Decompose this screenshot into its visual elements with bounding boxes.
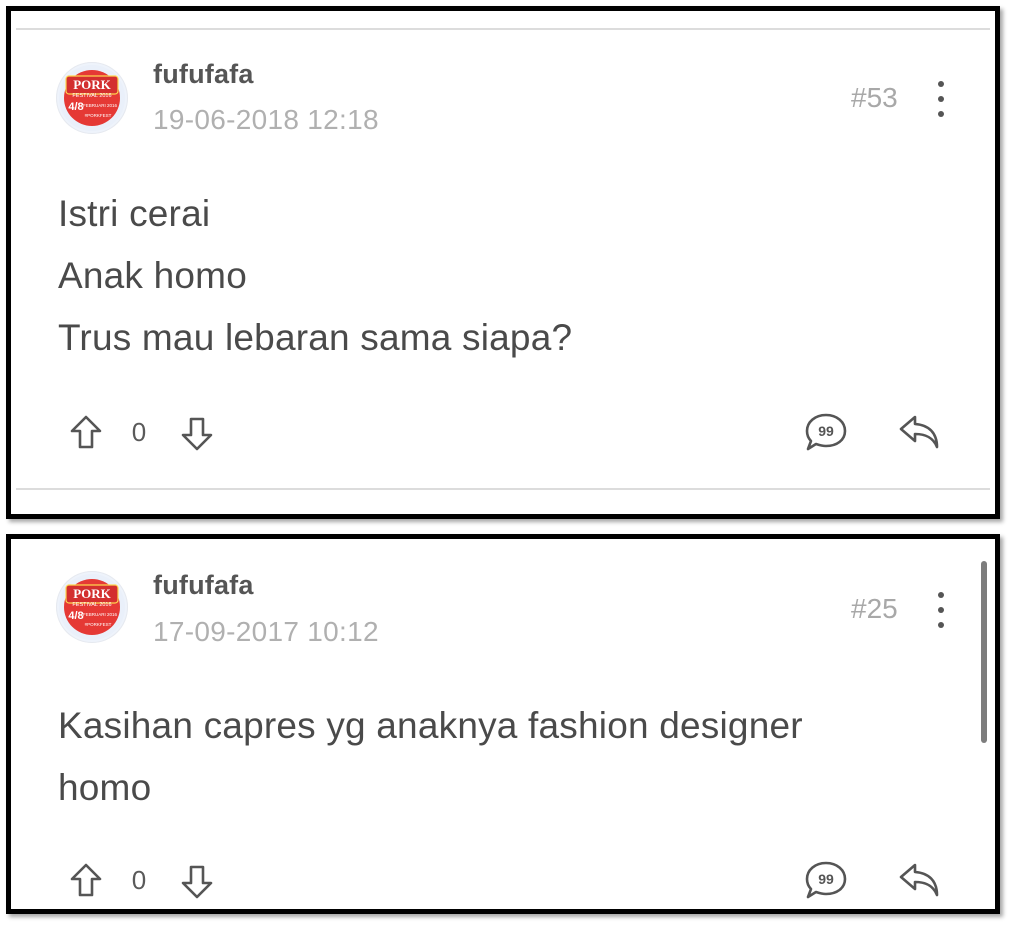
vertical-dots-icon[interactable] bbox=[931, 79, 951, 119]
username[interactable]: fufufafa bbox=[153, 570, 254, 601]
svg-text:99: 99 bbox=[818, 871, 834, 887]
scrollbar-thumb[interactable] bbox=[981, 561, 987, 743]
post-body-line: Istri cerai bbox=[58, 193, 211, 234]
post-body: Istri cerai Anak homo Trus mau lebaran s… bbox=[58, 183, 572, 369]
svg-text:FEBRUARI 2016: FEBRUARI 2016 bbox=[83, 103, 118, 108]
post-number: #25 bbox=[851, 593, 898, 624]
post-number: #53 bbox=[851, 82, 898, 113]
reply-arrow-icon[interactable] bbox=[897, 859, 943, 901]
pork-festival-logo-icon: PORK FESTIVAL 2016 4/8 FEBRUARI 2016 #PO… bbox=[59, 65, 125, 131]
arrow-up-outline-icon[interactable] bbox=[66, 861, 106, 901]
vertical-dots-icon[interactable] bbox=[931, 590, 951, 630]
arrow-up-outline-icon[interactable] bbox=[66, 413, 106, 453]
top-divider bbox=[16, 28, 990, 30]
svg-text:4/8: 4/8 bbox=[68, 101, 83, 113]
avatar[interactable]: PORK FESTIVAL 2016 4/8 FEBRUARI 2016 #PO… bbox=[56, 62, 128, 134]
quote-bubble-icon[interactable]: 99 bbox=[803, 411, 849, 453]
post-body-line: Anak homo bbox=[58, 255, 247, 296]
post-timestamp: 17-09-2017 10:12 bbox=[153, 616, 379, 647]
post-timestamp: 19-06-2018 12:18 bbox=[153, 104, 379, 135]
pork-festival-logo-icon: PORK FESTIVAL 2016 4/8 FEBRUARI 2016 #PO… bbox=[59, 574, 125, 640]
svg-text:PORK: PORK bbox=[73, 77, 111, 92]
username[interactable]: fufufafa bbox=[153, 59, 254, 90]
arrow-down-outline-icon[interactable] bbox=[177, 861, 217, 901]
bottom-divider bbox=[16, 488, 990, 490]
post-body-line: Trus mau lebaran sama siapa? bbox=[58, 317, 573, 358]
post-body-line: Kasihan capres yg anaknya fashion design… bbox=[58, 705, 803, 746]
svg-text:PORK: PORK bbox=[73, 586, 111, 601]
post-body: Kasihan capres yg anaknya fashion design… bbox=[58, 695, 803, 819]
comment-card: PORK FESTIVAL 2016 4/8 FEBRUARI 2016 #PO… bbox=[6, 534, 1000, 914]
vote-count: 0 bbox=[131, 865, 147, 895]
reply-arrow-icon[interactable] bbox=[897, 411, 943, 453]
svg-text:#PORKFEST: #PORKFEST bbox=[85, 113, 112, 118]
svg-text:FESTIVAL 2016: FESTIVAL 2016 bbox=[72, 602, 111, 608]
svg-text:4/8: 4/8 bbox=[68, 610, 83, 622]
svg-text:FEBRUARI 2016: FEBRUARI 2016 bbox=[83, 612, 118, 617]
avatar[interactable]: PORK FESTIVAL 2016 4/8 FEBRUARI 2016 #PO… bbox=[56, 571, 128, 643]
svg-text:FESTIVAL 2016: FESTIVAL 2016 bbox=[72, 93, 111, 99]
comment-card: PORK FESTIVAL 2016 4/8 FEBRUARI 2016 #PO… bbox=[6, 6, 1000, 519]
svg-text:#PORKFEST: #PORKFEST bbox=[85, 622, 112, 627]
quote-bubble-icon[interactable]: 99 bbox=[803, 859, 849, 901]
screenshot-canvas: PORK FESTIVAL 2016 4/8 FEBRUARI 2016 #PO… bbox=[0, 0, 1013, 926]
post-body-line: homo bbox=[58, 767, 152, 808]
svg-text:99: 99 bbox=[818, 423, 834, 439]
arrow-down-outline-icon[interactable] bbox=[177, 413, 217, 453]
vote-count: 0 bbox=[131, 417, 147, 447]
